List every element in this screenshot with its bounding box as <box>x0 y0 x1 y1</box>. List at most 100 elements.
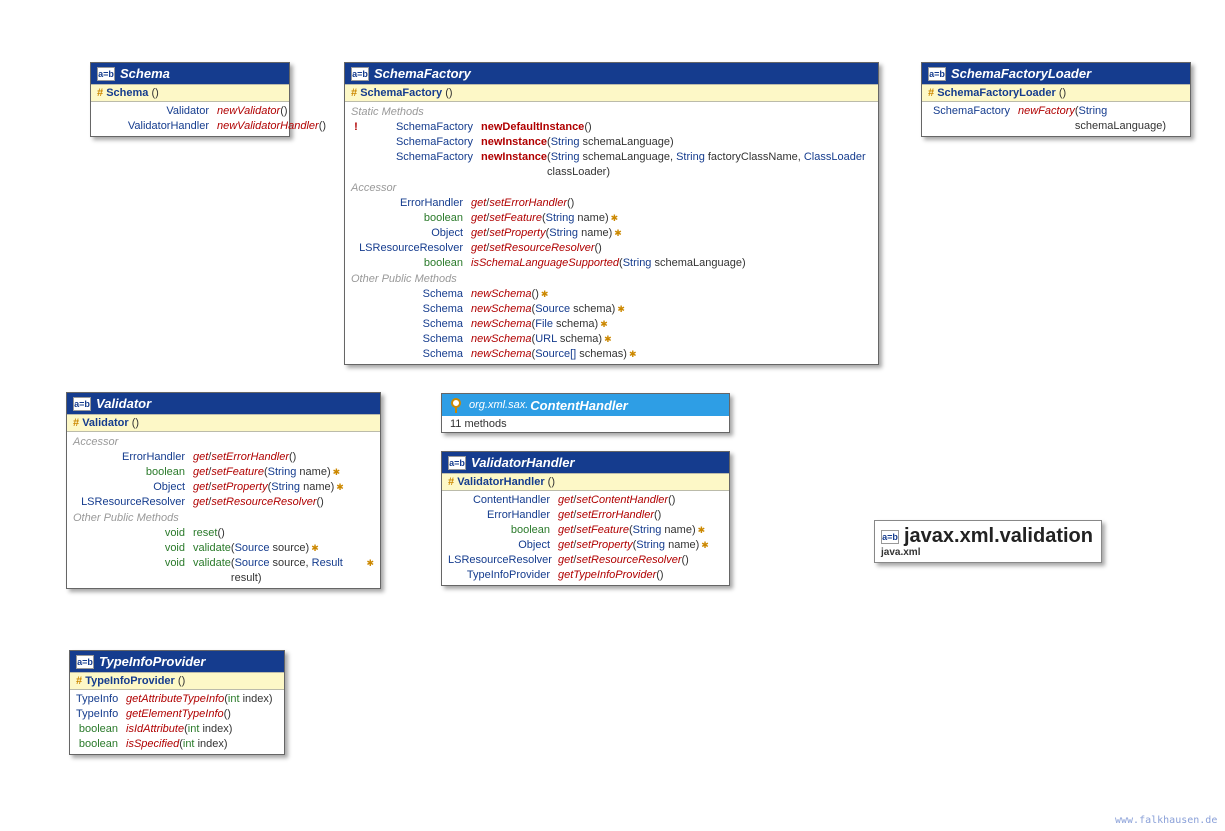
params: (String name) <box>629 523 696 538</box>
constructor-row: # TypeInfoProvider () <box>70 672 284 690</box>
params: () <box>319 119 326 134</box>
method-list: SchemaFactorynewFactory (String schemaLa… <box>922 102 1190 136</box>
class-title: ContentHandler <box>530 398 628 413</box>
abstract-class-icon: a=b <box>76 655 94 669</box>
params: (Source schema) <box>532 302 616 317</box>
params: (String name) <box>542 211 609 226</box>
class-header: a=b SchemaFactory <box>345 63 878 84</box>
method-row: booleanisSpecified (int index) <box>70 737 284 752</box>
params: (File schema) <box>532 317 599 332</box>
method-name: getAttributeTypeInfo <box>126 692 224 707</box>
return-type: LSResourceResolver <box>448 553 558 568</box>
return-type: ContentHandler <box>448 493 558 508</box>
abstract-class-icon: a=b <box>928 67 946 81</box>
method-row: SchemanewSchema ()✱ <box>345 287 878 302</box>
method-name: getTypeInfoProvider <box>558 568 656 583</box>
method-row: LSResourceResolverget/setResourceResolve… <box>67 495 380 510</box>
params: (int index) <box>224 692 272 707</box>
interface-header: org.xml.sax. ContentHandler <box>442 394 729 416</box>
throws-icon: ✱ <box>604 332 612 347</box>
method-list: ErrorHandlerget/setErrorHandler () boolea… <box>345 196 878 271</box>
method-name: get/setErrorHandler <box>558 508 654 523</box>
method-name: newInstance <box>481 150 547 165</box>
method-row: LSResourceResolverget/setResourceResolve… <box>442 553 729 568</box>
method-row: TypeInfogetElementTypeInfo () <box>70 707 284 722</box>
method-name: isSchemaLanguageSupported <box>471 256 619 271</box>
package-box: a=b javax.xml.validation java.xml <box>874 520 1102 563</box>
method-name: get/setFeature <box>471 211 542 226</box>
params: () <box>532 287 539 302</box>
throws-icon: ✱ <box>600 317 608 332</box>
return-type: ErrorHandler <box>351 196 471 211</box>
method-row: SchemaFactorynewFactory (String schemaLa… <box>922 104 1190 134</box>
method-row: ValidatorHandlernewValidatorHandler () <box>91 119 289 134</box>
method-name: newSchema <box>471 347 532 362</box>
method-row: ErrorHandlerget/setErrorHandler () <box>442 508 729 523</box>
method-name: newSchema <box>471 332 532 347</box>
params: (String schemaLanguage) <box>619 256 746 271</box>
method-row: booleanisSchemaLanguageSupported (String… <box>345 256 878 271</box>
throws-icon: ✱ <box>614 226 622 241</box>
method-name: newFactory <box>1018 104 1075 119</box>
method-name: get/setProperty <box>193 480 268 495</box>
return-type: ValidatorHandler <box>97 119 217 134</box>
method-row: booleanget/setFeature (String name)✱ <box>67 465 380 480</box>
method-name: validate <box>193 556 231 571</box>
footer-link[interactable]: www.falkhausen.de <box>1115 815 1217 826</box>
return-type: TypeInfo <box>76 707 126 722</box>
method-list: SchemanewSchema ()✱ SchemanewSchema (Sour… <box>345 287 878 362</box>
return-type: SchemaFactory <box>361 135 481 150</box>
return-type: SchemaFactory <box>361 120 481 135</box>
constructor-row: # SchemaFactory () <box>345 84 878 102</box>
class-header: a=b Validator <box>67 393 380 414</box>
method-name: get/setProperty <box>471 226 546 241</box>
params: (String name) <box>546 226 613 241</box>
params: (String name) <box>268 480 335 495</box>
throws-icon: ✱ <box>701 538 709 553</box>
params: (int index) <box>184 722 232 737</box>
method-name: isSpecified <box>126 737 179 752</box>
method-row: ErrorHandlerget/setErrorHandler () <box>67 450 380 465</box>
abstract-class-icon: a=b <box>73 397 91 411</box>
return-type: SchemaFactory <box>928 104 1018 119</box>
class-body: Static Methods !SchemaFactorynewDefaultI… <box>345 102 878 364</box>
params: () <box>317 495 324 510</box>
return-type: ErrorHandler <box>73 450 193 465</box>
method-row: voidvalidate (Source source, Result resu… <box>67 556 380 586</box>
return-type: ErrorHandler <box>448 508 558 523</box>
section-label: Other Public Methods <box>345 271 878 287</box>
method-name: newValidatorHandler <box>217 119 319 134</box>
method-row: SchemanewSchema (URL schema)✱ <box>345 332 878 347</box>
class-title: Schema <box>120 66 170 81</box>
throws-icon: ✱ <box>629 347 637 362</box>
throws-icon: ✱ <box>311 541 319 556</box>
return-type: boolean <box>448 523 558 538</box>
return-type: boolean <box>76 737 126 752</box>
params: () <box>567 196 574 211</box>
class-validator-handler: a=b ValidatorHandler # ValidatorHandler … <box>441 451 730 586</box>
method-row: SchemanewSchema (File schema)✱ <box>345 317 878 332</box>
method-row: voidvalidate (Source source)✱ <box>67 541 380 556</box>
return-type: TypeInfoProvider <box>448 568 558 583</box>
method-name: get/setErrorHandler <box>193 450 289 465</box>
params: () <box>682 553 689 568</box>
method-row: TypeInfogetAttributeTypeInfo (int index) <box>70 692 284 707</box>
return-type: boolean <box>73 465 193 480</box>
method-row: ErrorHandlerget/setErrorHandler () <box>345 196 878 211</box>
package-title: javax.xml.validation <box>904 525 1093 548</box>
return-type: boolean <box>76 722 126 737</box>
method-name: newSchema <box>471 302 532 317</box>
interface-icon <box>448 397 464 413</box>
abstract-class-icon: a=b <box>97 67 115 81</box>
params: (String name) <box>633 538 700 553</box>
class-header: a=b TypeInfoProvider <box>70 651 284 672</box>
method-name: get/setContentHandler <box>558 493 668 508</box>
method-name: get/setResourceResolver <box>193 495 317 510</box>
throws-icon: ✱ <box>698 523 706 538</box>
return-type: void <box>73 556 193 571</box>
return-type: boolean <box>351 256 471 271</box>
params: (int index) <box>179 737 227 752</box>
return-type: Schema <box>351 332 471 347</box>
params: () <box>217 526 224 541</box>
params: () <box>289 450 296 465</box>
